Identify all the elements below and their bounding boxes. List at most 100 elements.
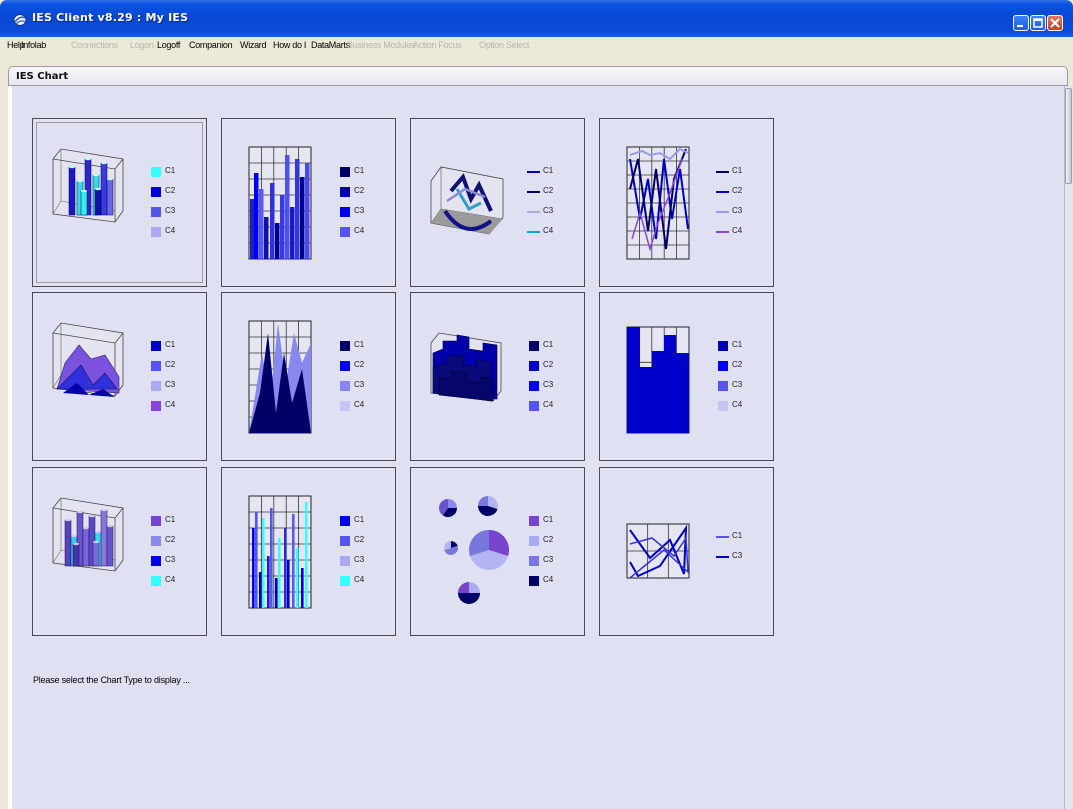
menu-connections[interactable]: Connections (71, 40, 118, 50)
legend-label: C4 (543, 400, 554, 409)
legend-label: C2 (354, 186, 365, 195)
window-title: IES Client v8.29 : My IES (32, 11, 189, 24)
legend-label: C3 (732, 380, 743, 389)
app-icon (13, 14, 27, 26)
thin-bar-chart-icon (248, 495, 312, 609)
legend-label: C1 (354, 515, 365, 524)
minimize-icon (1017, 25, 1023, 27)
legend-swatch (529, 401, 539, 411)
chart-type-tile[interactable]: C1 C2 C3 C4 (599, 292, 774, 461)
legend-swatch (529, 536, 539, 546)
frame-title: IES Chart (16, 71, 69, 82)
legend-label: C4 (354, 226, 365, 235)
chart-type-tile[interactable]: C1 C2 C3 C4 (599, 118, 774, 287)
chart-type-tile[interactable]: C1 C2 C3 C4 (32, 118, 207, 287)
menu-business-modules[interactable]: Business Modules (347, 40, 416, 50)
legend-label: C4 (354, 575, 365, 584)
legend-label: C2 (165, 186, 176, 195)
chart-type-tile[interactable]: C1 C3 (599, 467, 774, 636)
legend-label: C4 (543, 226, 554, 235)
menu-logoff[interactable]: Logoff (157, 40, 180, 50)
legend-label: C4 (732, 400, 743, 409)
legend-swatch (527, 231, 540, 233)
legend-swatch (340, 361, 350, 371)
pie-chart-icon (439, 496, 509, 604)
legend-swatch (340, 227, 350, 237)
3d-line-chart-icon (430, 166, 504, 235)
maximize-button[interactable] (1030, 15, 1046, 31)
title-bar[interactable]: IES Client v8.29 : My IES (0, 0, 1073, 37)
legend-swatch (718, 341, 728, 351)
bar-chart-icon (248, 146, 312, 260)
xy-scatter-line-chart-icon (626, 523, 690, 579)
vertical-scrollbar[interactable] (1064, 86, 1073, 809)
legend-swatch (151, 381, 161, 391)
legend-swatch (340, 207, 350, 217)
legend-label: C2 (165, 360, 176, 369)
legend-swatch (527, 211, 540, 213)
legend-label: C2 (543, 360, 554, 369)
legend-label: C2 (354, 535, 365, 544)
legend-swatch (151, 361, 161, 371)
menu-logon[interactable]: Logon (130, 40, 154, 50)
menu-how-do-i[interactable]: How do I (273, 40, 306, 50)
legend-swatch (718, 381, 728, 391)
menu-bar: Help Infolab Connections Logon Logoff Compani… (5, 37, 1068, 55)
menu-wizard[interactable]: Wizard (240, 40, 267, 50)
legend-label: C3 (732, 206, 743, 215)
chart-type-tile[interactable]: C1 C2 C3 C4 (221, 118, 396, 287)
legend-swatch (716, 171, 729, 173)
legend-swatch (340, 167, 350, 177)
legend-label: C3 (354, 380, 365, 389)
ies-chart-frame-titlebar: IES Chart (8, 66, 1068, 86)
legend-label: C2 (543, 186, 554, 195)
scrollbar-thumb[interactable] (1065, 88, 1072, 184)
legend-label: C1 (165, 340, 176, 349)
legend-label: C1 (732, 531, 743, 540)
step-chart-icon (626, 326, 690, 434)
chart-type-tile[interactable]: C1 C2 C3 C4 (410, 467, 585, 636)
legend-label: C3 (165, 555, 176, 564)
legend-swatch (340, 536, 350, 546)
legend-swatch (718, 401, 728, 411)
chart-type-tile[interactable]: C1 C2 C3 C4 (221, 467, 396, 636)
chart-type-tile[interactable]: C1 C2 C3 C4 (221, 292, 396, 461)
legend-swatch (527, 171, 540, 173)
legend-swatch (529, 556, 539, 566)
legend-label: C3 (732, 551, 743, 560)
menu-option-select[interactable]: Option Select (479, 40, 529, 50)
legend-swatch (340, 187, 350, 197)
legend-label: C2 (543, 535, 554, 544)
legend-label: C1 (543, 340, 554, 349)
chart-type-tile[interactable]: C1 C2 C3 C4 (32, 467, 207, 636)
legend-swatch (529, 576, 539, 586)
close-button[interactable] (1047, 15, 1063, 31)
chart-type-tile[interactable]: C1 C2 C3 C4 (32, 292, 207, 461)
legend-label: C3 (543, 206, 554, 215)
legend-swatch (529, 361, 539, 371)
legend-label: C4 (354, 400, 365, 409)
menu-datamarts[interactable]: DataMarts (311, 40, 350, 50)
menu-action-focus[interactable]: Action Focus (413, 40, 462, 50)
legend-label: C1 (165, 515, 176, 524)
application-window: IES Client v8.29 : My IES Help Infolab Con… (0, 0, 1073, 809)
legend-label: C3 (543, 380, 554, 389)
chart-type-tile[interactable]: C1 C2 C3 C4 (410, 118, 585, 287)
area-chart-icon (248, 320, 312, 434)
legend-label: C2 (732, 360, 743, 369)
legend-swatch (716, 556, 729, 558)
chart-type-tile[interactable]: C1 C2 C3 C4 (410, 292, 585, 461)
menu-infolab[interactable]: Infolab (21, 40, 46, 50)
legend-swatch (716, 191, 729, 193)
frame-border (8, 86, 12, 809)
legend-swatch (716, 211, 729, 213)
menu-companion[interactable]: Companion (189, 40, 233, 50)
legend-swatch (529, 341, 539, 351)
legend-label: C3 (354, 555, 365, 564)
legend-label: C4 (543, 575, 554, 584)
legend-label: C3 (165, 206, 176, 215)
maximize-icon (1033, 18, 1043, 28)
legend-label: C1 (732, 340, 743, 349)
minimize-button[interactable] (1013, 15, 1029, 31)
legend-swatch (151, 536, 161, 546)
